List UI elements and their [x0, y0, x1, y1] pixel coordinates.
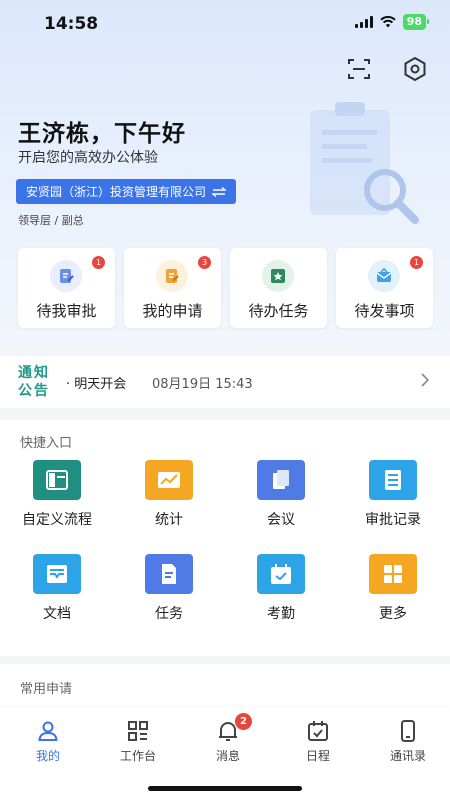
card-todo-task[interactable]: 待办任务 [230, 248, 327, 328]
subtitle: 开启您的高效办公体验 [18, 150, 158, 166]
greeting: 王济栋，下午好 [18, 121, 186, 147]
company-switcher[interactable]: 安贤园（浙江）投资管理有限公司 [16, 179, 237, 204]
entry-approval-record[interactable]: 审批记录 [337, 460, 449, 529]
badge: 3 [198, 256, 211, 269]
chart-icon [145, 460, 193, 500]
apply-icon [156, 260, 188, 292]
switch-icon [212, 186, 227, 197]
entry-label: 更多 [379, 606, 407, 622]
tab-label: 我的 [35, 749, 60, 763]
home-indicator [148, 786, 302, 791]
tab-workbench[interactable]: 工作台 [93, 719, 183, 764]
card-my-application[interactable]: 3 我的申请 [124, 248, 221, 328]
profile-icon [38, 721, 58, 741]
phone-icon [401, 720, 415, 742]
status-time: 14:58 [44, 14, 99, 34]
meeting-icon [257, 460, 305, 500]
tab-label: 通讯录 [389, 749, 426, 763]
card-pending-approval[interactable]: 1 待我审批 [18, 248, 115, 328]
message-badge: 2 [235, 713, 252, 730]
scan-icon[interactable] [346, 56, 372, 82]
tab-contacts[interactable]: 通讯录 [363, 719, 450, 764]
approval-icon [50, 260, 82, 292]
company-name: 安贤园（浙江）投资管理有限公司 [26, 185, 207, 199]
notice-bar[interactable]: 通知 公告 · 明天开会 08月19日 15:43 [0, 356, 450, 408]
card-label: 我的申请 [142, 302, 203, 320]
entry-meeting[interactable]: 会议 [225, 460, 337, 529]
badge: 1 [410, 256, 423, 269]
mail-icon [368, 260, 400, 292]
more-grid-icon [369, 554, 417, 594]
role-label: 领导层 / 副总 [18, 214, 84, 227]
entry-label: 会议 [267, 512, 295, 528]
tab-label: 消息 [215, 749, 240, 763]
notice-tag: 通知 公告 [18, 364, 58, 400]
notice-tag-line2: 公告 [18, 383, 50, 399]
notice-time: 08月19日 15:43 [152, 377, 253, 392]
section-title: 快捷入口 [20, 436, 73, 451]
task-icon [262, 260, 294, 292]
tab-label: 工作台 [119, 749, 156, 763]
task-doc-icon [145, 554, 193, 594]
entry-label: 统计 [155, 512, 183, 528]
tab-schedule[interactable]: 日程 [273, 719, 363, 764]
card-pending-send[interactable]: 1 待发事项 [336, 248, 433, 328]
signal-icon [354, 16, 373, 28]
wifi-icon [379, 16, 396, 28]
chevron-right-icon [421, 373, 430, 387]
entry-more[interactable]: 更多 [337, 554, 449, 623]
status-icons: 98 [354, 14, 430, 30]
notice-tag-line1: 通知 [18, 365, 50, 381]
card-label: 待发事项 [354, 302, 415, 320]
badge: 1 [92, 256, 105, 269]
settings-icon[interactable] [402, 56, 428, 82]
card-label: 待办任务 [248, 302, 309, 320]
calendar-icon [308, 721, 328, 741]
attendance-icon [257, 554, 305, 594]
entry-custom-workflow[interactable]: 自定义流程 [1, 460, 113, 529]
clipboard-illustration [310, 102, 419, 224]
battery-icon: 98 [402, 14, 430, 30]
workbench-icon [128, 721, 148, 741]
record-icon [369, 460, 417, 500]
entry-label: 审批记录 [365, 512, 421, 528]
tab-label: 日程 [305, 749, 330, 763]
tab-mine[interactable]: 我的 [3, 719, 93, 764]
document-icon [33, 554, 81, 594]
workflow-icon [33, 460, 81, 500]
tab-messages[interactable]: 2 消息 [183, 713, 273, 764]
entry-label: 自定义流程 [22, 512, 92, 528]
entry-attendance[interactable]: 考勤 [225, 554, 337, 623]
entry-label: 文档 [43, 606, 71, 622]
card-label: 待我审批 [36, 302, 97, 320]
entry-task[interactable]: 任务 [113, 554, 225, 623]
quick-entry-panel: 快捷入口 自定义流程 统计 会议 审批记录 文档 任务 考勤 更多 [0, 420, 450, 656]
section-title: 常用申请 [20, 682, 73, 697]
notice-text: · 明天开会 [66, 377, 127, 392]
entry-document[interactable]: 文档 [1, 554, 113, 623]
entry-statistics[interactable]: 统计 [113, 460, 225, 529]
entry-label: 任务 [155, 606, 183, 622]
entry-label: 考勤 [267, 606, 295, 622]
